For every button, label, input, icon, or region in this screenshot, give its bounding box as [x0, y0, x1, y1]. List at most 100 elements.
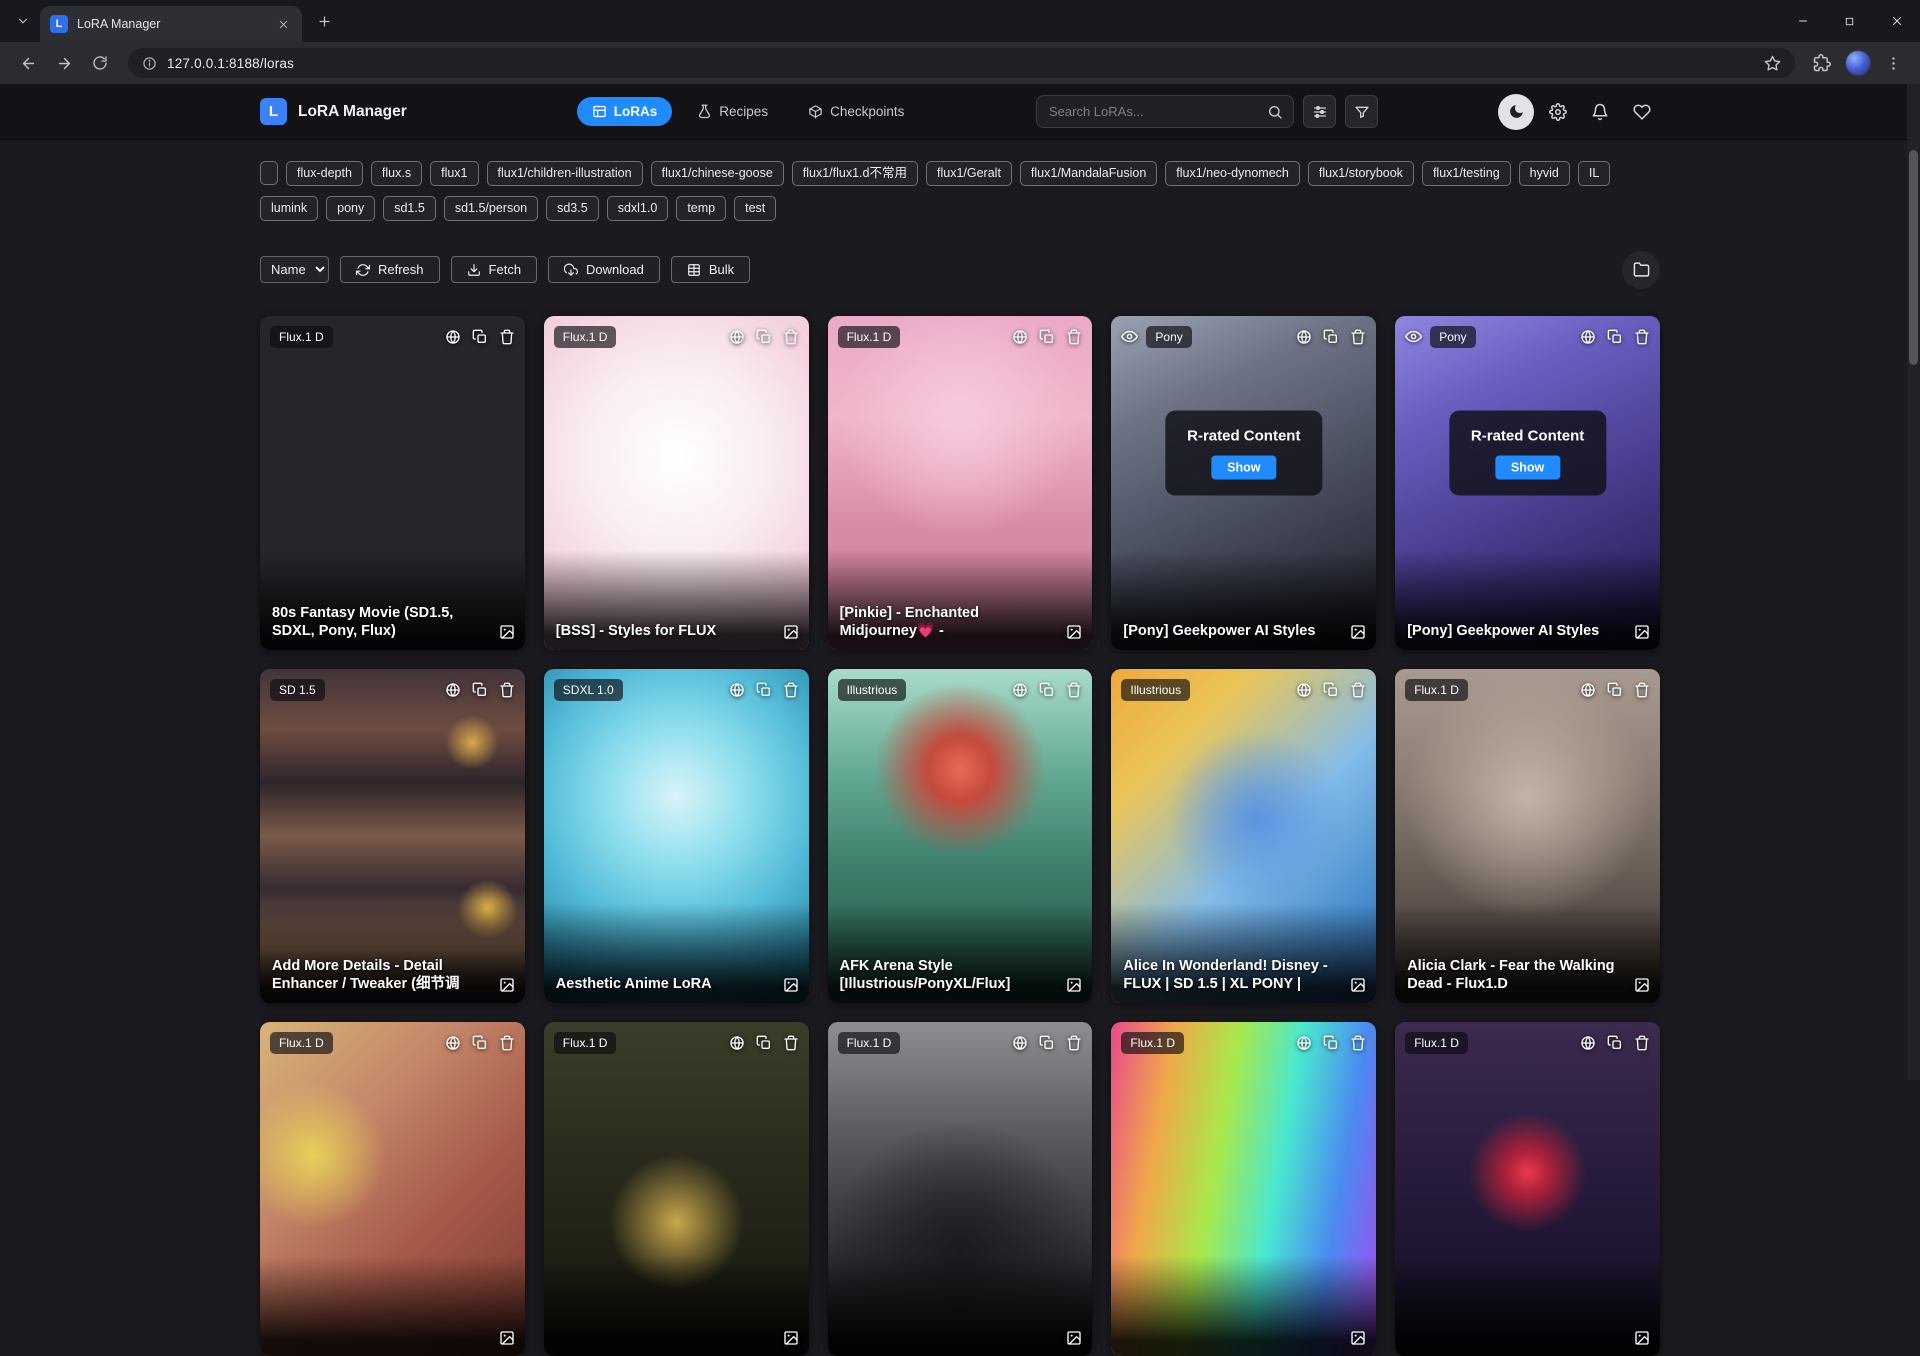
tag-chip[interactable]: flux.s: [371, 161, 422, 186]
image-icon[interactable]: [1634, 977, 1650, 993]
scrollbar-thumb[interactable]: [1909, 150, 1918, 365]
filter-button[interactable]: [1345, 95, 1378, 128]
trash-icon[interactable]: [1350, 329, 1366, 345]
tab-close-icon[interactable]: [274, 15, 292, 33]
lora-card[interactable]: Flux.1 D: [1111, 1022, 1376, 1356]
tag-chip[interactable]: sd3.5: [546, 196, 599, 221]
lora-card[interactable]: IllustriousAlice In Wonderland! Disney -…: [1111, 669, 1376, 1003]
globe-icon[interactable]: [1296, 1035, 1312, 1051]
trash-icon[interactable]: [499, 329, 515, 345]
copy-icon[interactable]: [1323, 1035, 1339, 1051]
trash-icon[interactable]: [1350, 682, 1366, 698]
page-scrollbar[interactable]: [1907, 84, 1920, 1080]
sort-select[interactable]: Name: [260, 256, 329, 283]
browser-menu-icon[interactable]: [1885, 55, 1902, 72]
globe-icon[interactable]: [1580, 682, 1596, 698]
tag-chip[interactable]: flux1/chinese-goose: [651, 161, 784, 186]
tag-chip[interactable]: lumink: [260, 196, 318, 221]
site-info-icon[interactable]: [142, 56, 157, 71]
favorites-button[interactable]: [1624, 94, 1660, 130]
tab-search-button[interactable]: [8, 6, 38, 36]
copy-icon[interactable]: [1607, 1035, 1623, 1051]
maximize-button[interactable]: [1826, 0, 1873, 42]
trash-icon[interactable]: [1066, 329, 1082, 345]
forward-button[interactable]: [48, 47, 80, 79]
image-icon[interactable]: [1350, 624, 1366, 640]
tag-chip[interactable]: temp: [676, 196, 726, 221]
nav-item-loras[interactable]: LoRAs: [577, 97, 673, 126]
image-icon[interactable]: [1066, 977, 1082, 993]
image-icon[interactable]: [499, 624, 515, 640]
globe-icon[interactable]: [1012, 1035, 1028, 1051]
lora-card[interactable]: Flux.1 D: [544, 1022, 809, 1356]
tag-chip[interactable]: flux1/neo-dynomech: [1165, 161, 1300, 186]
copy-icon[interactable]: [1039, 329, 1055, 345]
image-icon[interactable]: [1066, 624, 1082, 640]
download-button[interactable]: Download: [548, 256, 660, 283]
fetch-button[interactable]: Fetch: [451, 256, 538, 283]
nav-item-recipes[interactable]: Recipes: [682, 97, 783, 126]
globe-icon[interactable]: [729, 329, 745, 345]
copy-icon[interactable]: [472, 682, 488, 698]
eye-icon[interactable]: [1121, 328, 1138, 345]
image-icon[interactable]: [1634, 1330, 1650, 1346]
bookmark-star-icon[interactable]: [1764, 55, 1781, 72]
tag-chip[interactable]: flux1/testing: [1422, 161, 1511, 186]
image-icon[interactable]: [499, 977, 515, 993]
trash-icon[interactable]: [783, 682, 799, 698]
lora-card[interactable]: SDXL 1.0Aesthetic Anime LoRA: [544, 669, 809, 1003]
image-icon[interactable]: [1066, 1330, 1082, 1346]
tag-chip[interactable]: flux1/Geralt: [926, 161, 1012, 186]
tag-chip[interactable]: flux1/storybook: [1308, 161, 1414, 186]
new-tab-button[interactable]: [310, 7, 338, 35]
tag-chip[interactable]: hyvid: [1519, 161, 1570, 186]
browser-tab[interactable]: L LoRA Manager: [40, 6, 302, 42]
lora-card[interactable]: R-rated ContentShowPony[Pony] Geekpower …: [1111, 316, 1376, 650]
show-nsfw-button[interactable]: Show: [1211, 455, 1276, 479]
trash-icon[interactable]: [783, 1035, 799, 1051]
url-text[interactable]: 127.0.0.1:8188/loras: [167, 56, 1754, 71]
sort-options-button[interactable]: [1303, 95, 1336, 128]
lora-card[interactable]: Flux.1 D: [1395, 1022, 1660, 1356]
lora-card[interactable]: Flux.1 DAlicia Clark - Fear the Walking …: [1395, 669, 1660, 1003]
globe-icon[interactable]: [1296, 682, 1312, 698]
image-icon[interactable]: [783, 1330, 799, 1346]
trash-icon[interactable]: [783, 329, 799, 345]
globe-icon[interactable]: [1012, 329, 1028, 345]
lora-card[interactable]: Flux.1 D: [828, 1022, 1093, 1356]
copy-icon[interactable]: [756, 329, 772, 345]
lora-card[interactable]: Flux.1 D[BSS] - Styles for FLUX: [544, 316, 809, 650]
tag-chip[interactable]: flux1: [430, 161, 478, 186]
globe-icon[interactable]: [1580, 329, 1596, 345]
tag-chip[interactable]: test: [734, 196, 776, 221]
lora-card[interactable]: R-rated ContentShowPony[Pony] Geekpower …: [1395, 316, 1660, 650]
lora-card[interactable]: Flux.1 D80s Fantasy Movie (SD1.5, SDXL, …: [260, 316, 525, 650]
tag-chip[interactable]: flux1/MandalaFusion: [1020, 161, 1157, 186]
search-box[interactable]: [1036, 95, 1294, 128]
refresh-button[interactable]: Refresh: [340, 256, 440, 283]
back-button[interactable]: [12, 47, 44, 79]
omnibox[interactable]: 127.0.0.1:8188/loras: [128, 48, 1795, 78]
show-nsfw-button[interactable]: Show: [1495, 455, 1560, 479]
copy-icon[interactable]: [1607, 329, 1623, 345]
globe-icon[interactable]: [1580, 1035, 1596, 1051]
tag-chip[interactable]: sd1.5/person: [444, 196, 538, 221]
minimize-button[interactable]: [1779, 0, 1826, 42]
close-window-button[interactable]: [1873, 0, 1920, 42]
settings-button[interactable]: [1540, 94, 1576, 130]
bulk-button[interactable]: Bulk: [671, 256, 750, 283]
notifications-button[interactable]: [1582, 94, 1618, 130]
trash-icon[interactable]: [499, 682, 515, 698]
lora-card[interactable]: Flux.1 D[Pinkie] - Enchanted Midjourney💗…: [828, 316, 1093, 650]
copy-icon[interactable]: [1607, 682, 1623, 698]
tag-chip[interactable]: flux-depth: [286, 161, 363, 186]
trash-icon[interactable]: [499, 1035, 515, 1051]
copy-icon[interactable]: [1039, 682, 1055, 698]
globe-icon[interactable]: [729, 682, 745, 698]
copy-icon[interactable]: [1323, 329, 1339, 345]
trash-icon[interactable]: [1634, 1035, 1650, 1051]
image-icon[interactable]: [1350, 1330, 1366, 1346]
tag-chip[interactable]: flux1/children-illustration: [487, 161, 643, 186]
copy-icon[interactable]: [756, 682, 772, 698]
nav-item-checkpoints[interactable]: Checkpoints: [793, 97, 919, 126]
